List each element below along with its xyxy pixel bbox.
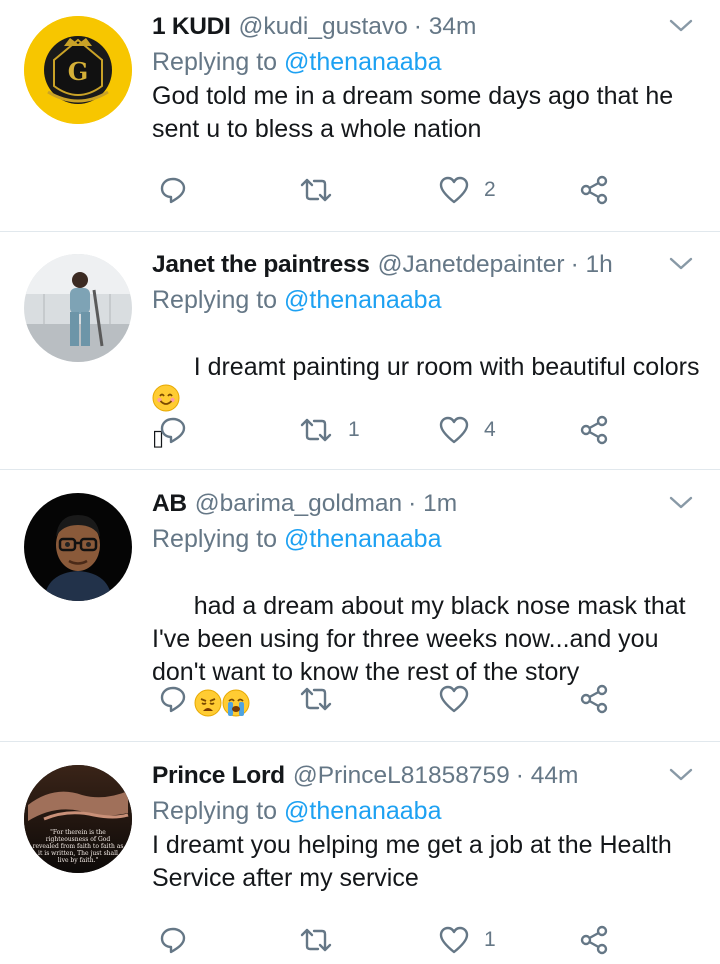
retweet-button[interactable]: 1 — [298, 410, 360, 450]
tweet[interactable]: "For therein is the righteousness of God… — [0, 742, 720, 964]
reply-button[interactable] — [158, 170, 188, 210]
avatar[interactable]: "For therein is the righteousness of God… — [24, 765, 132, 873]
display-name[interactable]: Prince Lord — [152, 762, 285, 790]
display-name[interactable]: Janet the paintress — [152, 251, 370, 279]
reply-icon — [158, 684, 188, 714]
tweet-header: 1 KUDI @kudi_gustavo · 34m — [152, 10, 700, 44]
display-name[interactable]: AB — [152, 490, 187, 518]
share-button[interactable] — [578, 410, 610, 450]
replying-to-label: Replying to — [152, 525, 278, 553]
share-icon — [578, 683, 610, 715]
svg-text:G: G — [68, 57, 89, 86]
avatar[interactable] — [24, 493, 132, 601]
tweet-text: had a dream about my black nose mask tha… — [152, 557, 692, 759]
tweet-text: I dreamt painting ur room with beautiful… — [152, 318, 700, 487]
tweet-actions: 1 — [152, 920, 652, 960]
chevron-down-icon[interactable] — [668, 18, 694, 39]
like-button[interactable]: 2 — [438, 170, 496, 210]
reply-button[interactable] — [158, 920, 188, 960]
heart-icon — [438, 684, 470, 714]
tweet-actions: 1 4 — [152, 410, 652, 450]
reply-button[interactable] — [158, 410, 188, 450]
timestamp[interactable]: · 34m — [414, 13, 477, 41]
tweet-header: Prince Lord @PrinceL81858759 · 44m — [152, 759, 700, 793]
tweet-text: I dreamt you helping me get a job at the… — [152, 831, 679, 892]
retweet-button[interactable] — [298, 679, 348, 719]
user-handle[interactable]: @kudi_gustavo — [239, 13, 408, 41]
reply-icon — [158, 415, 188, 445]
heart-icon — [438, 175, 470, 205]
retweet-icon — [298, 415, 334, 445]
user-handle[interactable]: @Janetdepainter — [378, 251, 565, 279]
share-button[interactable] — [578, 170, 610, 210]
reply-icon — [158, 925, 188, 955]
retweet-button[interactable] — [298, 170, 348, 210]
user-handle[interactable]: @PrinceL81858759 — [293, 762, 510, 790]
replying-to-label: Replying to — [152, 797, 278, 825]
tweet-text-body: I dreamt painting ur room with beautiful… — [193, 353, 700, 381]
tweet[interactable]: AB @barima_goldman · 1m Replying to @the… — [0, 470, 720, 742]
user-handle[interactable]: @barima_goldman — [195, 490, 402, 518]
mention-link[interactable]: @thenanaaba — [284, 797, 441, 825]
tweet-actions — [152, 679, 652, 719]
retweet-button[interactable] — [298, 920, 348, 960]
mention-link[interactable]: @thenanaaba — [284, 286, 441, 314]
replying-to: Replying to @thenanaaba — [152, 521, 700, 557]
timestamp[interactable]: · 1m — [408, 490, 457, 518]
like-count: 2 — [484, 178, 496, 201]
retweet-count: 1 — [348, 418, 360, 441]
share-icon — [578, 174, 610, 206]
mention-link[interactable]: @thenanaaba — [284, 525, 441, 553]
scripture-caption: "For therein is the righteousness of God… — [32, 829, 124, 864]
like-count: 4 — [484, 418, 496, 441]
avatar[interactable]: G — [24, 16, 132, 124]
display-name[interactable]: 1 KUDI — [152, 13, 231, 41]
tweet-header: Janet the paintress @Janetdepainter · 1h — [152, 248, 700, 282]
chevron-down-icon[interactable] — [668, 495, 694, 516]
timestamp[interactable]: · 1h — [571, 251, 613, 279]
like-button[interactable] — [438, 679, 484, 719]
avatar[interactable] — [24, 254, 132, 362]
replying-to-label: Replying to — [152, 48, 278, 76]
share-button[interactable] — [578, 679, 610, 719]
replying-to-label: Replying to — [152, 286, 278, 314]
like-button[interactable]: 4 — [438, 410, 496, 450]
replying-to: Replying to @thenanaaba — [152, 44, 700, 80]
heart-icon — [438, 415, 470, 445]
tweet-text: God told me in a dream some days ago tha… — [152, 82, 681, 143]
share-icon — [578, 924, 610, 956]
like-button[interactable]: 1 — [438, 920, 496, 960]
reply-icon — [158, 175, 188, 205]
share-button[interactable] — [578, 920, 610, 960]
share-icon — [578, 414, 610, 446]
tweet[interactable]: G 1 KUDI @kudi_gustavo · 34m Replying to… — [0, 0, 720, 232]
retweet-icon — [298, 925, 334, 955]
tweet-header: AB @barima_goldman · 1m — [152, 487, 700, 521]
heart-icon — [438, 925, 470, 955]
retweet-icon — [298, 684, 334, 714]
like-count: 1 — [484, 928, 496, 951]
timestamp[interactable]: · 44m — [516, 762, 579, 790]
replying-to: Replying to @thenanaaba — [152, 793, 700, 829]
retweet-icon — [298, 175, 334, 205]
tweet-text-body: had a dream about my black nose mask tha… — [152, 592, 693, 686]
tweet[interactable]: Janet the paintress @Janetdepainter · 1h… — [0, 232, 720, 470]
reply-button[interactable] — [158, 679, 188, 719]
tweet-actions: 2 — [152, 170, 652, 210]
mention-link[interactable]: @thenanaaba — [284, 48, 441, 76]
replying-to: Replying to @thenanaaba — [152, 282, 700, 318]
chevron-down-icon[interactable] — [668, 256, 694, 277]
chevron-down-icon[interactable] — [668, 767, 694, 788]
